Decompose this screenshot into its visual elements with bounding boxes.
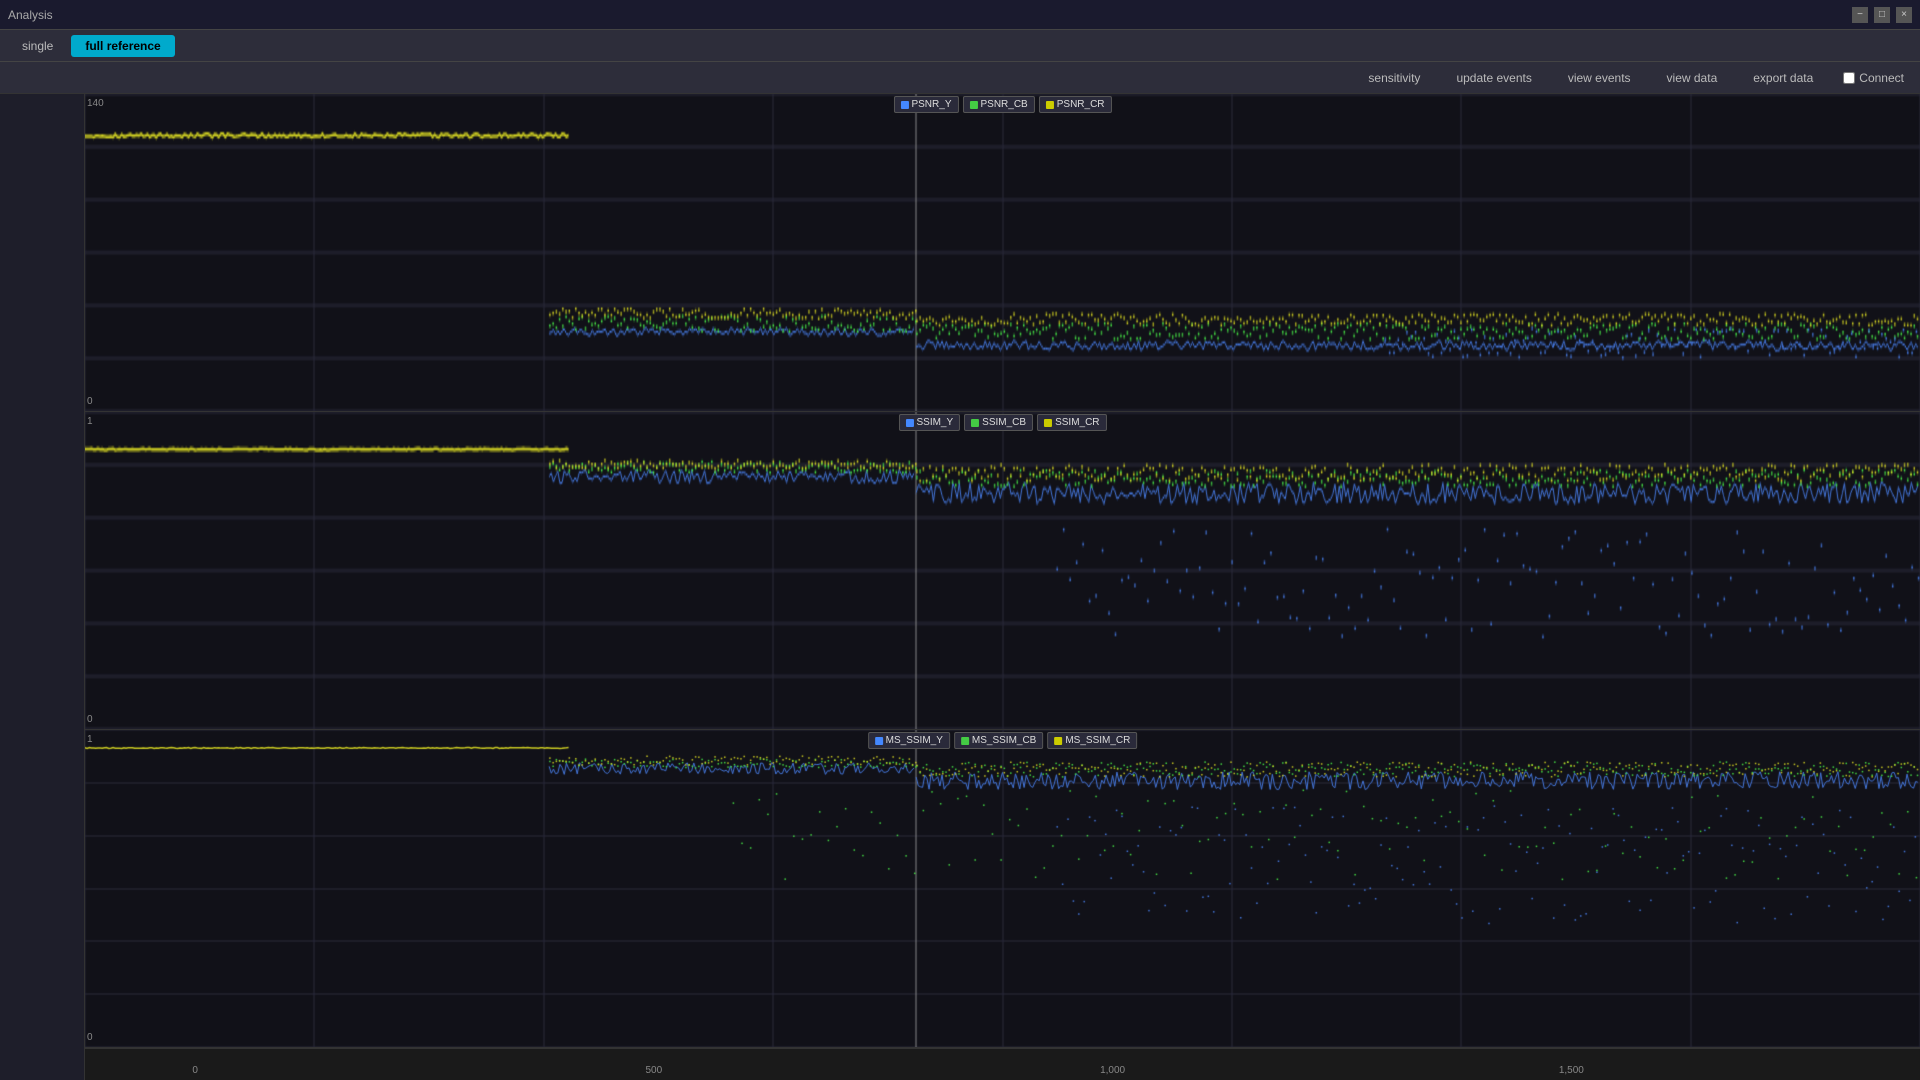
legend-ms-ssim-cb[interactable]: MS_SSIM_CB <box>954 732 1043 749</box>
ms-ssim-chart: MS_SSIM_Y MS_SSIM_CB MS_SSIM_CR 1 0 <box>85 730 1920 1048</box>
legend-ms-ssim-y[interactable]: MS_SSIM_Y <box>868 732 950 749</box>
legend-ssim-cr[interactable]: SSIM_CR <box>1037 414 1106 431</box>
ms-ssim-y-max: 1 <box>87 734 93 745</box>
x-axis: 0 500 1,000 1,500 <box>85 1048 1920 1080</box>
ms-ssim-cb-label: MS_SSIM_CB <box>972 735 1036 746</box>
psnr-cb-color <box>969 101 977 109</box>
ms-ssim-cr-label: MS_SSIM_CR <box>1065 735 1130 746</box>
tab-single[interactable]: single <box>8 35 67 57</box>
legend-psnr-y[interactable]: PSNR_Y <box>893 96 958 113</box>
sensitivity-button[interactable]: sensitivity <box>1362 68 1426 88</box>
ssim-canvas <box>85 412 1920 729</box>
ssim-chart: SSIM_Y SSIM_CB SSIM_CR 1 0 <box>85 412 1920 730</box>
psnr-y-min: 0 <box>87 396 93 407</box>
x-tick-1000: 1,000 <box>1100 1065 1125 1076</box>
ms-ssim-y-color <box>875 737 883 745</box>
maximize-button[interactable]: □ <box>1874 7 1890 23</box>
titlebar: Analysis − □ × <box>0 0 1920 30</box>
psnr-legend: PSNR_Y PSNR_CB PSNR_CR <box>893 96 1111 113</box>
ms-ssim-canvas <box>85 730 1920 1047</box>
connect-label[interactable]: Connect <box>1843 71 1904 85</box>
ms-ssim-cr-color <box>1054 737 1062 745</box>
psnr-cb-label: PSNR_CB <box>980 99 1027 110</box>
update-events-button[interactable]: update events <box>1450 68 1537 88</box>
ms-ssim-cb-color <box>961 737 969 745</box>
legend-ssim-y[interactable]: SSIM_Y <box>898 414 960 431</box>
connect-checkbox[interactable] <box>1843 72 1855 84</box>
psnr-cr-color <box>1046 101 1054 109</box>
view-data-button[interactable]: view data <box>1661 68 1724 88</box>
ms-ssim-legend: MS_SSIM_Y MS_SSIM_CB MS_SSIM_CR <box>868 732 1138 749</box>
psnr-y-max: 140 <box>87 98 104 109</box>
ssim-cb-label: SSIM_CB <box>982 417 1026 428</box>
psnr-y-color <box>900 101 908 109</box>
close-button[interactable]: × <box>1896 7 1912 23</box>
psnr-canvas <box>85 94 1920 411</box>
x-tick-500: 500 <box>646 1065 663 1076</box>
ms-ssim-y-label: MS_SSIM_Y <box>886 735 943 746</box>
legend-ms-ssim-cr[interactable]: MS_SSIM_CR <box>1047 732 1137 749</box>
view-events-button[interactable]: view events <box>1562 68 1637 88</box>
ssim-cb-color <box>971 419 979 427</box>
app-title: Analysis <box>8 8 53 22</box>
ssim-y-label: SSIM_Y <box>916 417 953 428</box>
ssim-legend: SSIM_Y SSIM_CB SSIM_CR <box>898 414 1106 431</box>
minimize-button[interactable]: − <box>1852 7 1868 23</box>
connect-text: Connect <box>1859 71 1904 85</box>
psnr-cr-label: PSNR_CR <box>1057 99 1105 110</box>
ssim-cr-label: SSIM_CR <box>1055 417 1099 428</box>
toolbar: sensitivity update events view events vi… <box>0 62 1920 94</box>
window-controls: − □ × <box>1852 7 1912 23</box>
legend-ssim-cb[interactable]: SSIM_CB <box>964 414 1033 431</box>
export-data-button[interactable]: export data <box>1747 68 1819 88</box>
ssim-y-color <box>905 419 913 427</box>
main-area: PSNR_Y PSNR_CB PSNR_CR 140 0 SSIM_ <box>0 94 1920 1080</box>
x-tick-1500: 1,500 <box>1559 1065 1584 1076</box>
ssim-y-max: 1 <box>87 416 93 427</box>
ssim-y-min: 0 <box>87 714 93 725</box>
ms-ssim-y-min: 0 <box>87 1032 93 1043</box>
psnr-chart: PSNR_Y PSNR_CB PSNR_CR 140 0 <box>85 94 1920 412</box>
ssim-cr-color <box>1044 419 1052 427</box>
x-tick-0: 0 <box>192 1065 198 1076</box>
sidebar <box>0 94 85 1080</box>
psnr-y-label: PSNR_Y <box>911 99 951 110</box>
legend-psnr-cr[interactable]: PSNR_CR <box>1039 96 1112 113</box>
legend-psnr-cb[interactable]: PSNR_CB <box>962 96 1034 113</box>
tab-full-reference[interactable]: full reference <box>71 35 174 57</box>
tabbar: single full reference <box>0 30 1920 62</box>
charts-area: PSNR_Y PSNR_CB PSNR_CR 140 0 SSIM_ <box>85 94 1920 1080</box>
